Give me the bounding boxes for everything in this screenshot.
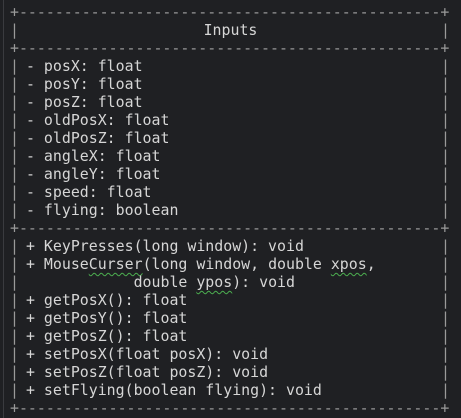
border-dashes: +---------------------------------------… (10, 399, 450, 417)
method-text: + getPosX(): float (26, 291, 188, 309)
method-text: + setFlying(boolean flying): void (26, 381, 322, 399)
border-dashes: +---------------------------------------… (10, 39, 450, 57)
right-pipe: | (441, 237, 450, 255)
right-pipe: | (441, 345, 450, 363)
attribute-row: | | - oldPosZ: float (0, 129, 461, 147)
method-text: + setPosX(float posX): void (26, 345, 269, 363)
method-text: + setPosZ(float posZ): void (26, 363, 269, 381)
spellcheck-word: Curser (88, 255, 143, 273)
method-row: | | + setFlying(boolean flying): void (0, 381, 461, 399)
right-pipe: | (441, 165, 450, 183)
spellcheck-word: xpos (330, 255, 367, 273)
attribute-row: | | - angleY: float (0, 165, 461, 183)
method-row: | | + getPosX(): float (0, 291, 461, 309)
left-pipe: | (10, 363, 19, 381)
right-pipe: | (441, 75, 450, 93)
method: + getPosX(): float (26, 291, 187, 309)
attribute: - angleX: float (26, 147, 161, 165)
left-pipe: | (10, 327, 19, 345)
border-line: +---------------------------------------… (0, 219, 461, 237)
border-line: +---------------------------------------… (0, 399, 461, 417)
right-pipe: | (441, 327, 450, 345)
attribute: - oldPosX: float (26, 111, 170, 129)
border-dashes: +---------------------------------------… (10, 3, 450, 21)
method: + setPosX(float posX): void (26, 345, 268, 363)
method-row: | | + KeyPresses(long window): void (0, 237, 461, 255)
right-pipe: | (441, 57, 450, 75)
right-pipe: | (441, 183, 450, 201)
attribute: - posZ: float (26, 93, 143, 111)
attribute-row: | | - speed: float (0, 183, 461, 201)
right-pipe: | (441, 309, 450, 327)
method: + KeyPresses(long window): void (26, 237, 304, 255)
method: + setFlying(boolean flying): void (26, 381, 322, 399)
left-pipe: | (10, 237, 19, 255)
border-line: +---------------------------------------… (0, 3, 461, 21)
method-text: ): void (232, 273, 295, 291)
attribute-row: | | - oldPosX: float (0, 111, 461, 129)
method-row: | | double ypos): void (0, 273, 461, 291)
method-row: | | + setPosZ(float posZ): void (0, 363, 461, 381)
right-pipe: | (441, 381, 450, 399)
left-pipe: | (10, 111, 19, 129)
attribute-row: | | - angleX: float (0, 147, 461, 165)
left-pipe: | (10, 75, 19, 93)
left-pipe: | (10, 147, 19, 165)
method-row: | | + getPosZ(): float (0, 327, 461, 345)
attribute-row: | | - posX: float (0, 57, 461, 75)
attribute: - posX: float (26, 57, 143, 75)
right-pipe: | (441, 291, 450, 309)
method-text: + getPosZ(): float (26, 327, 188, 345)
left-pipe: | (10, 273, 19, 291)
method-row: | | + setPosX(float posX): void (0, 345, 461, 363)
left-pipe: | (10, 309, 19, 327)
method: double ypos): void (26, 273, 295, 291)
left-pipe: | (10, 345, 19, 363)
left-pipe: | (10, 57, 19, 75)
left-pipe: | (10, 93, 19, 111)
left-pipe: | (10, 165, 19, 183)
method-text: (long window, double (142, 255, 331, 273)
attribute-row: | | - posZ: float (0, 93, 461, 111)
border-dashes: +---------------------------------------… (10, 219, 450, 237)
border-line: +---------------------------------------… (0, 39, 461, 57)
spellcheck-word: ypos (196, 273, 233, 291)
method: + setPosZ(float posZ): void (26, 363, 268, 381)
left-pipe: | (10, 381, 19, 399)
attribute-row: | | - posY: float (0, 75, 461, 93)
attribute: - speed: float (26, 183, 152, 201)
method-text: , (366, 255, 376, 273)
attribute: - oldPosZ: float (26, 129, 170, 147)
method: + getPosZ(): float (26, 327, 187, 345)
method-text: double (26, 273, 197, 291)
left-pipe: | (10, 291, 19, 309)
right-pipe: | (441, 273, 450, 291)
right-pipe: | (441, 93, 450, 111)
method-text: + KeyPresses(long window): void (26, 237, 304, 255)
attribute: - posY: float (26, 75, 143, 93)
left-pipe: | (10, 183, 19, 201)
left-pipe: | (10, 255, 19, 273)
left-pipe: | (10, 201, 19, 219)
method-row: | | + MouseCurser(long window, double xpos… (0, 255, 461, 273)
right-pipe: | (441, 201, 450, 219)
right-pipe: | (441, 111, 450, 129)
method-text: + Mouse (26, 255, 89, 273)
method: + MouseCurser(long window, double xpos, (26, 255, 376, 273)
class-name: Inputs (203, 21, 258, 39)
right-pipe: | (441, 363, 450, 381)
right-pipe: | (441, 147, 450, 165)
method-text: + getPosY(): float (26, 309, 188, 327)
method: + getPosY(): float (26, 309, 187, 327)
left-pipe: | (10, 129, 19, 147)
attribute-row: | | - flying: boolean (0, 201, 461, 219)
attribute: - flying: boolean (26, 201, 179, 219)
class-name-row: | | Inputs (0, 21, 461, 39)
right-pipe: | (441, 255, 450, 273)
attribute: - angleY: float (26, 165, 161, 183)
method-row: | | + getPosY(): float (0, 309, 461, 327)
right-pipe: | (441, 129, 450, 147)
